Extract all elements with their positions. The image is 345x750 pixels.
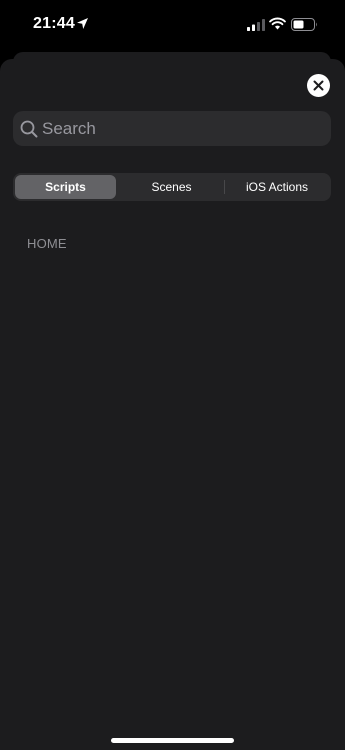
search-input[interactable] — [42, 111, 322, 146]
status-time: 21:44 — [33, 15, 75, 32]
segment-scripts[interactable]: Scripts — [15, 175, 116, 199]
status-bar: 21:44 — [0, 0, 345, 52]
home-indicator — [111, 738, 234, 743]
section-header-home: HOME — [27, 236, 67, 251]
segment-scenes[interactable]: Scenes — [120, 175, 223, 199]
close-icon — [313, 80, 324, 91]
search-icon — [20, 120, 38, 138]
cellular-signal-icon — [247, 19, 265, 31]
modal-sheet — [0, 59, 345, 750]
wifi-icon — [269, 17, 286, 30]
location-arrow-icon — [77, 18, 88, 29]
segmented-control: Scripts Scenes iOS Actions — [13, 173, 331, 201]
search-field[interactable] — [13, 111, 331, 146]
battery-icon — [291, 18, 317, 31]
segment-ios-actions[interactable]: iOS Actions — [225, 175, 329, 199]
close-button[interactable] — [307, 74, 330, 97]
